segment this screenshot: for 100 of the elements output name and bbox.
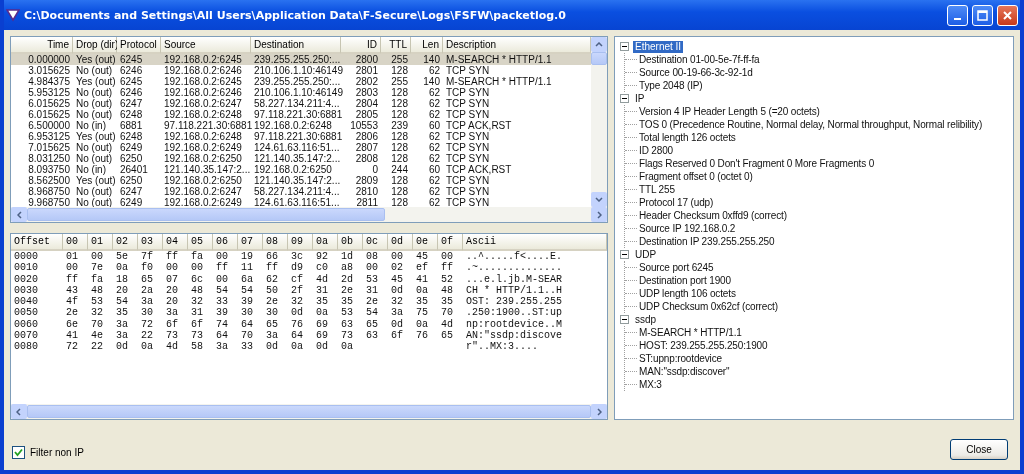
horizontal-scrollbar[interactable] [11,404,607,419]
packet-row[interactable]: 5.953125 No (out) 6246 192.168.0.2:6246 210.106.1.10:46149 2803 128 62 TCP SYN [11,87,591,98]
tree-item[interactable]: Destination 01-00-5e-7f-ff-fa [639,54,760,65]
packet-row[interactable]: 4.984375 Yes (out) 6245 192.168.0.2:6245 239.255.255.250:... 2802 255 140 M-SEARCH * HTTP/1.1 [11,76,591,87]
table-cell-text: 8.093750 [27,164,71,175]
column-header[interactable]: 0a [313,234,338,251]
tree-item[interactable]: Type 2048 (IP) [639,80,703,91]
expand-toggle[interactable] [620,250,629,259]
table-cell-text: 62 [427,131,441,142]
column-header[interactable]: 07 [238,234,263,251]
packet-row[interactable]: 8.031250 No (out) 6250 192.168.0.2:6250 121.140.35.147:2... 2808 128 62 TCP SYN [11,153,591,164]
scroll-left-icon[interactable] [16,210,22,219]
byte-cell-text: 62 [265,273,279,285]
column-header[interactable]: Time [11,37,73,54]
column-header[interactable]: 0b [338,234,363,251]
tree-item[interactable]: TTL 255 [639,184,675,195]
table-cell-text: 6881 [119,120,144,131]
expand-toggle[interactable] [620,94,629,103]
tree-node[interactable]: ssdp [633,313,659,326]
table-cell-text: 192.168.0.2:6248 [253,120,333,131]
tree-item[interactable]: Source IP 192.168.0.2 [639,223,736,234]
tree-item[interactable]: MX:3 [639,379,662,390]
table-cell-text: 192.168.0.2:6248 [163,109,243,120]
column-header[interactable]: 09 [288,234,313,251]
packet-row[interactable]: 8.093750 No (in) 26401 121.140.35.147:2... 192.168.0.2:6250 0 244 60 TCP ACK,RST [11,164,591,175]
column-header[interactable]: ID [341,37,381,54]
tree-node[interactable]: IP [633,92,647,105]
offset-cell-text: 0020 [13,273,39,285]
tree-item[interactable]: Flags Reserved 0 Don't Fragment 0 More Fragments 0 [639,158,875,169]
offset-cell-text: 0040 [13,296,39,308]
packet-row[interactable]: 6.015625 No (out) 6247 192.168.0.2:6247 58.227.134.211:4... 2804 128 62 TCP SYN [11,98,591,109]
scroll-thumb[interactable] [591,52,607,65]
expand-toggle[interactable] [620,315,629,324]
tree-item[interactable]: UDP Checksum 0x62cf (correct) [639,301,778,312]
minimize-button[interactable] [947,4,968,26]
tree-item[interactable]: ID 2800 [639,145,673,156]
packet-row[interactable]: 3.015625 No (out) 6246 192.168.0.2:6246 210.106.1.10:46149 2801 128 62 TCP SYN [11,65,591,76]
byte-cell-text: 6f [190,318,204,330]
checkbox[interactable] [12,445,25,459]
horizontal-scrollbar[interactable] [11,207,607,222]
column-header[interactable]: 06 [213,234,238,251]
scroll-down-icon[interactable] [595,197,603,202]
tree-item[interactable]: MAN:"ssdp:discover" [639,366,730,377]
tree-node[interactable]: UDP [633,248,659,261]
scroll-left-icon[interactable] [16,407,22,416]
scroll-up-icon[interactable] [595,42,603,47]
byte-cell-text: 0a [415,318,429,330]
column-header[interactable]: Ascii [463,234,607,251]
packet-row[interactable]: 8.562500 Yes (out) 6250 192.168.0.2:6250 121.140.35.147:2... 2809 128 62 TCP SYN [11,175,591,186]
packet-row[interactable]: 9.968750 No (out) 6249 192.168.0.2:6249 124.61.63.116:51... 2811 128 62 TCP SYN [11,197,591,208]
column-header[interactable]: 02 [113,234,138,251]
packet-row[interactable]: 8.968750 No (out) 6247 192.168.0.2:6247 58.227.134.211:4... 2810 128 62 TCP SYN [11,186,591,197]
byte-cell-text: 32 [190,296,204,308]
column-header[interactable]: Offset [11,234,63,251]
tree-node[interactable]: Ethernet II [633,40,684,53]
column-header[interactable]: 00 [63,234,88,251]
column-header[interactable]: TTL [381,37,411,54]
table-cell-text: 6246 [119,65,144,76]
column-header[interactable]: 04 [163,234,188,251]
tree-item[interactable]: Fragment offset 0 (octet 0) [639,171,753,182]
tree-item[interactable]: M-SEARCH * HTTP/1.1 [639,327,742,338]
scroll-right-icon[interactable] [596,210,602,219]
close-button[interactable] [997,4,1018,26]
tree-item[interactable]: TOS 0 (Precedence Routine, Normal delay, Normal throughput, Normal relibility) [639,119,983,130]
checkbox-label[interactable]: Filter non IP [30,446,84,458]
scroll-right-icon[interactable] [596,407,602,416]
tree-item[interactable]: Total length 126 octets [639,132,736,143]
byte-cell-text: 31 [315,284,329,296]
column-header[interactable]: Destination [251,37,341,54]
tree-item[interactable]: Protocol 17 (udp) [639,197,714,208]
close-dialog-button[interactable]: Close [950,438,1008,460]
column-header[interactable]: 0f [438,234,463,251]
column-header[interactable]: Source [161,37,251,54]
column-header[interactable]: 08 [263,234,288,251]
tree-item[interactable]: Version 4 IP Header Length 5 (=20 octets) [639,106,820,117]
tree-item[interactable]: UDP length 106 octets [639,288,736,299]
packet-row[interactable]: 6.500000 No (in) 6881 97.118.221.30:6881 192.168.0.2:6248 10553 239 60 TCP ACK,RST [11,120,591,131]
tree-item[interactable]: Source 00-19-66-3c-92-1d [639,67,753,78]
column-header[interactable]: 05 [188,234,213,251]
column-header[interactable]: Description [443,37,591,54]
packet-row[interactable]: 0.000000 Yes (out) 6245 192.168.0.2:6245 239.255.255.250:... 2800 255 140 M-SEARCH * HTTP/1.1 [11,54,591,65]
column-header[interactable]: 03 [138,234,163,251]
column-header[interactable]: 0e [413,234,438,251]
column-header[interactable]: Len [411,37,443,54]
maximize-button[interactable] [972,4,993,26]
tree-item[interactable]: ST:upnp:rootdevice [639,353,722,364]
packet-row[interactable]: 6.015625 No (out) 6248 192.168.0.2:6248 97.118.221.30:6881 2805 128 62 TCP SYN [11,109,591,120]
tree-item[interactable]: Header Checksum 0xffd9 (correct) [639,210,787,221]
tree-item[interactable]: Destination port 1900 [639,275,731,286]
packet-row[interactable]: 6.953125 Yes (out) 6248 192.168.0.2:6248 97.118.221.30:6881 2806 128 62 TCP SYN [11,131,591,142]
vertical-scrollbar[interactable] [591,37,607,207]
column-header[interactable]: 0d [388,234,413,251]
column-header[interactable]: 0c [363,234,388,251]
expand-toggle[interactable] [620,42,629,51]
packet-row[interactable]: 7.015625 No (out) 6249 192.168.0.2:6249 124.61.63.116:51... 2807 128 62 TCP SYN [11,142,591,153]
tree-item[interactable]: Source port 6245 [639,262,714,273]
column-header[interactable]: Protocol [117,37,161,54]
tree-item[interactable]: Destination IP 239.255.255.250 [639,236,775,247]
column-header[interactable]: 01 [88,234,113,251]
tree-item[interactable]: HOST: 239.255.255.250:1900 [639,340,768,351]
